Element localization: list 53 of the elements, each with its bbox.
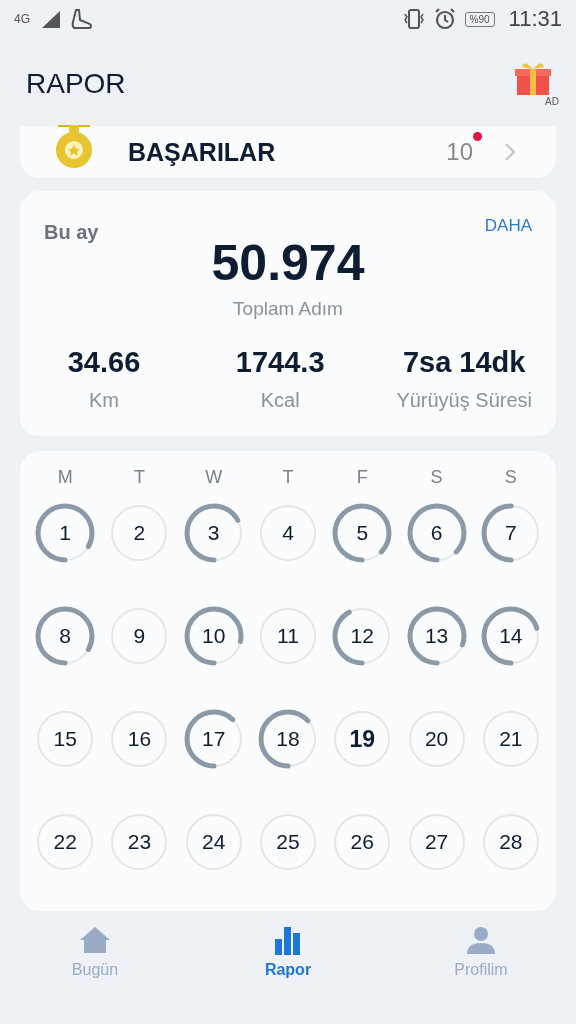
vibrate-icon — [402, 8, 425, 30]
stat-value: 34.66 — [67, 346, 141, 379]
weekday-label: S — [430, 467, 443, 488]
clock-time: 11:31 — [508, 6, 562, 32]
achievements-count: 10 — [446, 138, 473, 166]
shoe-icon — [70, 8, 94, 30]
achievements-card[interactable]: BAŞARILAR 10 — [20, 126, 556, 178]
progress-ring — [481, 606, 541, 666]
gift-button[interactable]: AD — [514, 61, 560, 107]
total-steps-label: Toplam Adım — [233, 298, 343, 320]
calendar-day[interactable]: 3 — [182, 502, 245, 564]
stat-value: 1744.3 — [235, 346, 325, 379]
calendar-day[interactable]: 8 — [34, 605, 97, 667]
progress-ring — [332, 503, 392, 563]
stat-value: 7sa 14dk — [402, 346, 526, 379]
progress-ring — [184, 606, 244, 666]
achievements-title: BAŞARILAR — [128, 137, 276, 167]
page-title: RAPOR — [26, 68, 127, 100]
progress-ring — [407, 606, 467, 666]
network-type: 4G — [14, 13, 31, 25]
progress-ring — [35, 503, 95, 563]
person-icon — [464, 925, 498, 955]
calendar-day[interactable]: 6 — [405, 502, 468, 564]
total-steps: 50.974 — [211, 234, 365, 292]
stat-label: Kcal — [260, 389, 300, 412]
calendar-day[interactable]: 7 — [479, 502, 542, 564]
weekday-label: T — [133, 467, 145, 488]
weekday-label: T — [282, 467, 294, 488]
chevron-right-icon — [504, 142, 516, 162]
nav-tab[interactable]: Rapor — [233, 911, 343, 1024]
calendar-day[interactable]: 18 — [257, 708, 319, 770]
calendar-day[interactable]: 11 — [257, 605, 319, 667]
period-label: Bu ay — [44, 221, 99, 244]
progress-ring — [407, 503, 467, 563]
calendar-day[interactable]: 17 — [182, 708, 245, 770]
calendar-day[interactable]: 25 — [257, 811, 319, 873]
weekday-label: M — [57, 467, 73, 488]
battery-icon: %90 — [464, 11, 495, 27]
stat-label: Km — [89, 389, 119, 412]
progress-ring — [35, 606, 95, 666]
calendar-day[interactable]: 10 — [182, 605, 245, 667]
calendar-day[interactable]: 13 — [405, 605, 468, 667]
calendar-day[interactable]: 5 — [331, 502, 394, 564]
calendar-day[interactable]: 1 — [34, 502, 97, 564]
calendar-day[interactable]: 4 — [257, 502, 319, 564]
stat-label: Yürüyüş Süresi — [396, 389, 532, 412]
weekday-label: S — [504, 467, 517, 488]
weekday-label: W — [205, 467, 223, 488]
weekday-label: F — [356, 467, 368, 488]
home-icon — [78, 925, 112, 955]
signal-icon — [40, 9, 62, 29]
more-link[interactable]: DAHA — [484, 215, 532, 236]
calendar-day[interactable]: 14 — [479, 605, 542, 667]
